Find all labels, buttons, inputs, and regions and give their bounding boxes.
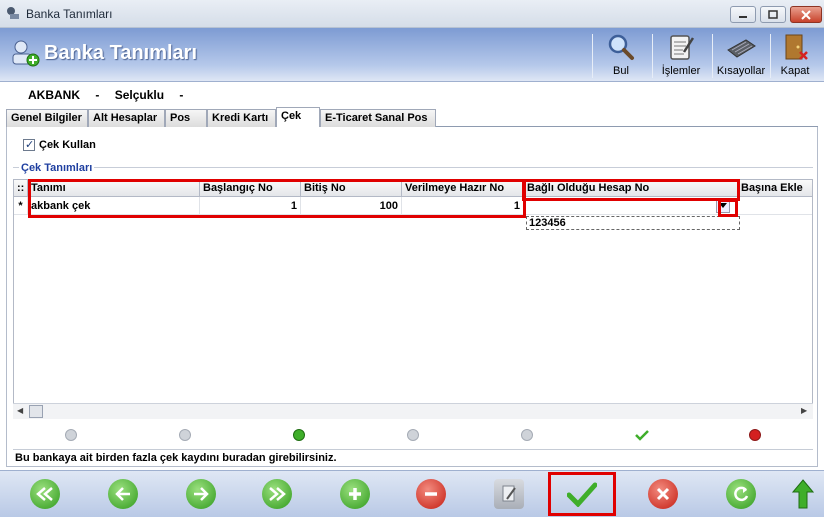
close-x-icon	[656, 487, 670, 501]
delete-record-button[interactable]	[416, 479, 446, 509]
edit-document-icon	[502, 485, 516, 502]
clipboard-icon	[670, 35, 695, 60]
window-title: Banka Tanımları	[26, 7, 113, 21]
tab-cek[interactable]: Çek	[276, 107, 320, 128]
cell-bitis-no[interactable]: 100	[301, 197, 402, 215]
refresh-icon	[734, 486, 749, 502]
next-record-button[interactable]	[186, 479, 216, 509]
maximize-icon	[768, 9, 778, 19]
scroll-right-icon[interactable]: ▶	[801, 406, 807, 415]
page-title: Banka Tanımları	[44, 42, 198, 64]
maximize-button[interactable]	[760, 6, 786, 23]
add-record-button[interactable]	[340, 479, 370, 509]
app-icon	[7, 7, 19, 19]
branch-name: Selçuklu	[114, 88, 165, 102]
plus-icon	[349, 488, 361, 500]
double-right-arrow-icon	[269, 487, 286, 501]
cell-bagli-hesap-no[interactable]	[524, 197, 738, 215]
section-title: Çek Tanımları	[19, 162, 95, 174]
previous-record-button[interactable]	[108, 479, 138, 509]
column-header-bagli-hesap-no[interactable]: Bağlı Olduğu Hesap No	[524, 180, 738, 197]
cancel-button[interactable]	[648, 479, 678, 509]
islemler-label: İşlemler	[661, 65, 701, 77]
double-left-arrow-icon	[36, 487, 53, 501]
minus-icon	[425, 492, 437, 496]
left-arrow-icon	[115, 487, 130, 501]
nav-post-check-icon[interactable]	[635, 429, 649, 441]
bul-button[interactable]: Bul	[592, 28, 650, 82]
column-header-bitis-no[interactable]: Bitiş No	[301, 180, 402, 197]
bottom-toolbar	[0, 470, 824, 517]
kapat-label: Kapat	[780, 65, 810, 77]
refresh-button[interactable]	[726, 479, 756, 509]
keyboard-icon	[727, 39, 756, 58]
right-arrow-icon	[194, 487, 209, 501]
tab-content: Çek Kullan Çek Tanımları :: Tanımı Başla…	[6, 127, 818, 467]
magnifier-icon	[608, 34, 634, 60]
row-marker: *	[14, 197, 28, 215]
horizontal-scrollbar[interactable]: ◀ ▶	[13, 403, 813, 419]
scroll-left-icon[interactable]: ◀	[17, 406, 23, 415]
column-header-basina-ekle[interactable]: Başına Ekle	[738, 180, 812, 197]
bank-separator: -	[179, 88, 184, 102]
first-record-button[interactable]	[30, 479, 60, 509]
tab-bar: Genel Bilgiler Alt Hesaplar Pos Kredi Ka…	[6, 107, 818, 128]
up-button[interactable]	[788, 479, 818, 509]
hesap-dropdown-option[interactable]: 123456	[526, 216, 740, 230]
nav-next-icon[interactable]	[179, 429, 191, 441]
kapat-button[interactable]: Kapat	[766, 28, 824, 82]
row-indicator-header: ::	[14, 180, 28, 197]
kisayollar-label: Kısayollar	[716, 65, 766, 77]
checkbox-box[interactable]	[23, 138, 35, 151]
up-arrow-icon	[792, 479, 814, 509]
cell-verilmeye-hazir-no[interactable]: 1	[402, 197, 524, 215]
nav-edit-icon[interactable]	[521, 429, 533, 441]
bank-name: AKBANK	[28, 88, 80, 102]
cell-tanimi[interactable]: akbank çek	[28, 197, 200, 215]
table-row[interactable]: * akbank çek 1 100 1	[14, 197, 812, 215]
bank-separator: -	[95, 88, 100, 102]
minimize-icon	[739, 15, 747, 18]
column-header-baslangic-no[interactable]: Başlangıç No	[200, 180, 301, 197]
last-record-button[interactable]	[262, 479, 292, 509]
save-button[interactable]	[567, 479, 597, 509]
minimize-button[interactable]	[730, 6, 756, 23]
cell-baslangic-no[interactable]: 1	[200, 197, 301, 215]
nav-cancel-icon[interactable]	[749, 429, 761, 441]
tab-kredi-karti[interactable]: Kredi Kartı	[207, 109, 276, 127]
cek-kullan-label: Çek Kullan	[39, 139, 96, 151]
nav-first-icon[interactable]	[65, 429, 77, 441]
chevron-down-icon	[719, 203, 727, 208]
kisayollar-button[interactable]: Kısayollar	[712, 28, 770, 82]
cek-grid: :: Tanımı Başlangıç No Bitiş No Verilmey…	[13, 179, 813, 419]
bank-definitions-icon	[12, 40, 40, 67]
tab-genel-bilgiler[interactable]: Genel Bilgiler	[6, 109, 88, 127]
tab-pos[interactable]: Pos	[165, 109, 207, 127]
hesap-dropdown-button[interactable]	[716, 199, 730, 213]
door-exit-icon	[785, 34, 808, 60]
cek-kullan-checkbox[interactable]: Çek Kullan	[23, 138, 96, 151]
title-bar: Banka Tanımları	[0, 0, 824, 28]
close-button[interactable]	[790, 6, 822, 23]
column-header-tanimi[interactable]: Tanımı	[28, 180, 200, 197]
nav-delete-icon[interactable]	[407, 429, 419, 441]
grid-navigator	[13, 427, 813, 445]
tab-alt-hesaplar[interactable]: Alt Hesaplar	[88, 109, 165, 127]
tab-e-ticaret-sanal-pos[interactable]: E-Ticaret Sanal Pos	[320, 109, 436, 127]
bul-label: Bul	[613, 65, 629, 77]
scroll-thumb[interactable]	[29, 405, 43, 418]
edit-record-button[interactable]	[494, 479, 524, 509]
status-text: Bu bankaya ait birden fazla çek kaydını …	[13, 449, 813, 465]
bank-info: AKBANK - Selçuklu -	[28, 88, 195, 102]
close-icon	[801, 9, 811, 20]
column-header-verilmeye-hazir-no[interactable]: Verilmeye Hazır No	[402, 180, 524, 197]
nav-add-icon[interactable]	[293, 429, 305, 441]
cell-basina-ekle[interactable]	[738, 197, 812, 215]
header-band: Banka Tanımları Bul İşlemler Kısayollar	[0, 28, 824, 82]
grid-header-row: :: Tanımı Başlangıç No Bitiş No Verilmey…	[14, 180, 812, 197]
islemler-button[interactable]: İşlemler	[652, 28, 710, 82]
check-icon	[567, 482, 597, 507]
